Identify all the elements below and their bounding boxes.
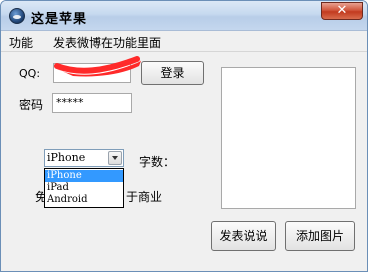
menu-item-function[interactable]: 功能 [9,34,33,51]
char-count-label: 字数： [139,155,176,169]
title-bar[interactable]: 这是苹果 ✕ [1,1,367,31]
dropdown-option-android[interactable]: Android [45,194,123,206]
dropdown-option-iphone[interactable]: iPhone [45,170,123,182]
partial-label-right: 于商业 [126,190,163,204]
qq-label: QQ: [19,67,41,80]
app-window: 这是苹果 ✕ 功能 发表微博在功能里面 QQ: 登录 密码 ***** 字数： … [0,0,368,272]
add-image-button[interactable]: 添加图片 [285,221,355,251]
window-title: 这是苹果 [31,12,88,27]
device-select[interactable]: iPhone [44,149,124,167]
red-scribble-redaction [54,56,142,77]
chevron-down-icon[interactable] [108,151,122,165]
device-select-value: iPhone [47,151,86,164]
login-button[interactable]: 登录 [141,61,204,85]
app-logo-icon [9,8,25,24]
password-input[interactable]: ***** [52,93,132,113]
dropdown-option-ipad[interactable]: iPad [45,182,123,194]
menu-item-post-weibo[interactable]: 发表微博在功能里面 [53,34,161,51]
close-button[interactable]: ✕ [321,2,363,20]
password-label: 密码 [19,98,44,112]
menu-bar: 功能 发表微博在功能里面 [1,32,367,52]
device-dropdown-list: iPhone iPad Android [44,168,124,208]
content-textarea[interactable] [221,67,356,209]
post-button[interactable]: 发表说说 [211,221,276,251]
